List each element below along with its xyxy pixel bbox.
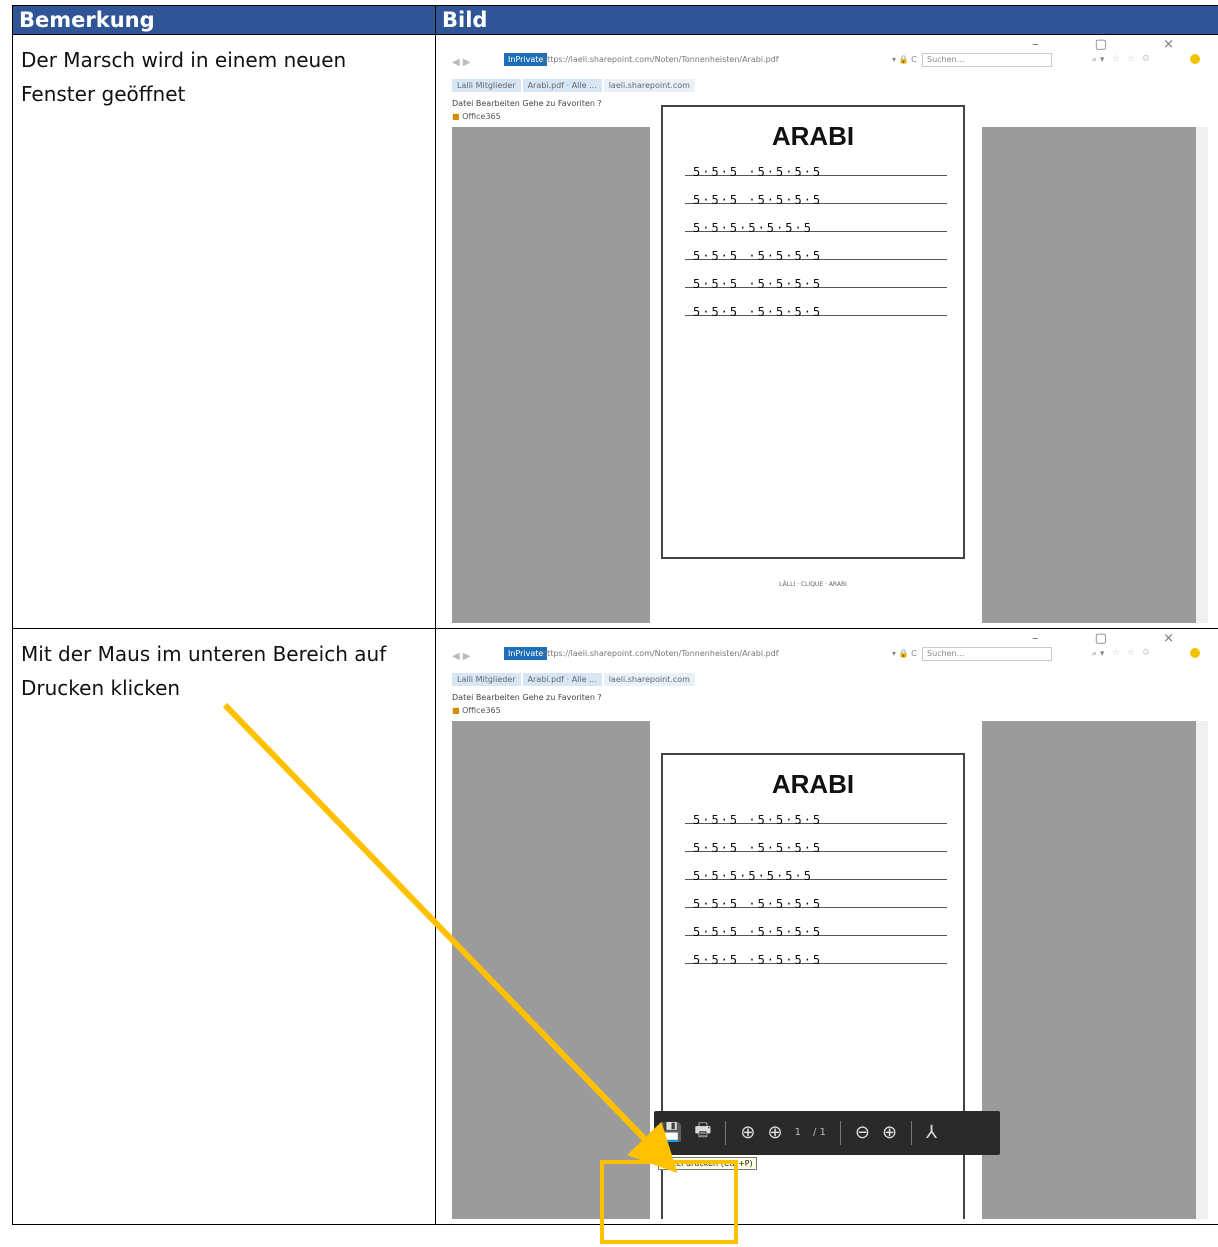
score-line: 5·5·5 ·5·5·5·5 xyxy=(693,193,823,207)
score-title: ARABI xyxy=(771,768,855,799)
search-input[interactable]: Suchen... xyxy=(922,646,1052,661)
tab-members[interactable]: Lalli Mitglieder xyxy=(452,79,521,92)
favorites-bar: ■ Office365 xyxy=(452,706,501,715)
search-input[interactable]: Suchen... xyxy=(922,53,1052,67)
screenshot-new-window: – ▢ × ◀ ▶ InPrivate https://laeli.sharep… xyxy=(436,35,1218,623)
acrobat-icon[interactable]: ⅄ xyxy=(926,1122,937,1143)
instruction-table: Bemerkung Bild Der Marsch wird in einem … xyxy=(12,5,1218,1226)
menu-bar[interactable]: Datei Bearbeiten Gehe zu Favoriten ? xyxy=(452,693,602,702)
remark-text: Mit der Maus im unteren Bereich auf Druc… xyxy=(21,641,387,700)
tab-arabi[interactable]: Arabi.pdf · Alle ... xyxy=(522,79,602,92)
browser-chrome: – ▢ × ◀ ▶ InPrivate https://laeli.sharep… xyxy=(436,628,1218,717)
lock-icon: ▾ 🔒 C xyxy=(892,648,917,658)
score-line: 5·5·5 ·5·5·5·5 xyxy=(693,277,823,291)
score-title: ARABI xyxy=(771,121,855,151)
score-line: 5·5·5 ·5·5·5·5 xyxy=(693,840,823,855)
search-icon[interactable]: ⌕ ▾ xyxy=(1092,55,1104,65)
score-line: 5·5·5 ·5·5·5·5 xyxy=(693,305,823,319)
score-line: 5·5·5 ·5·5·5·5 xyxy=(693,812,823,827)
toolbar-separator xyxy=(725,1120,727,1145)
header-image: Bild xyxy=(435,5,1218,35)
tab-sharepoint[interactable]: laeli.sharepoint.com xyxy=(603,672,695,686)
smiley-icon[interactable] xyxy=(1190,54,1200,64)
smiley-icon[interactable] xyxy=(1190,647,1200,658)
screenshot-print: – ▢ × ◀ ▶ InPrivate https://laeli.sharep… xyxy=(436,628,1218,1219)
window-buttons[interactable]: – ▢ × xyxy=(1032,37,1200,52)
scrollbar[interactable] xyxy=(1196,127,1208,623)
folder-icon: ■ xyxy=(452,705,463,715)
page-up-icon[interactable]: ⊕ xyxy=(740,1122,755,1143)
menu-bar[interactable]: Datei Bearbeiten Gehe zu Favoriten ? xyxy=(452,99,602,108)
print-icon[interactable]: 🖶 xyxy=(694,1118,711,1148)
tab-bar: Lalli Mitglieder Arabi.pdf · Alle ... lael… xyxy=(452,672,697,689)
save-icon[interactable]: 💾 xyxy=(660,1122,682,1143)
inprivate-badge: InPrivate xyxy=(504,646,548,660)
star-icon[interactable]: ☆ ☆ ⚙ xyxy=(1112,54,1152,64)
toolbar-separator xyxy=(911,1120,913,1145)
star-icon[interactable]: ☆ ☆ ⚙ xyxy=(1112,648,1152,658)
score-line: 5·5·5·5·5·5·5 xyxy=(693,868,813,883)
tab-sharepoint[interactable]: laeli.sharepoint.com xyxy=(603,79,695,92)
lock-icon: ▾ 🔒 C xyxy=(892,55,917,64)
address-bar[interactable]: ◀ ▶ InPrivate https://laeli.sharepoint.c… xyxy=(452,53,1208,71)
score-line: 5·5·5·5·5·5·5 xyxy=(693,221,813,235)
inprivate-badge: InPrivate xyxy=(504,53,548,66)
highlight-box xyxy=(600,1160,738,1244)
back-icon[interactable]: ◀ ▶ xyxy=(452,651,471,662)
score-line: 5·5·5 ·5·5·5·5 xyxy=(693,952,823,967)
score-line: 5·5·5 ·5·5·5·5 xyxy=(693,896,823,911)
page-number[interactable]: 1 xyxy=(795,1127,801,1138)
tab-arabi[interactable]: Arabi.pdf · Alle ... xyxy=(522,672,602,686)
score-page: ARABI 5·5·5 ·5·5·5·5 5·5·5 ·5·5·5·5 5·5·… xyxy=(661,105,965,588)
header-remark: Bemerkung xyxy=(12,5,436,35)
page-down-icon[interactable]: ⊕ xyxy=(768,1122,783,1143)
table-row: Der Marsch wird in einem neuen Fenster g… xyxy=(12,34,1218,629)
tab-bar: Lalli Mitglieder Arabi.pdf · Alle ... lael… xyxy=(452,79,697,95)
favorite-office365[interactable]: Office365 xyxy=(462,112,501,121)
favorite-office365[interactable]: Office365 xyxy=(462,706,501,715)
address-bar[interactable]: ◀ ▶ InPrivate https://laeli.sharepoint.c… xyxy=(452,646,1208,665)
score-line: 5·5·5 ·5·5·5·5 xyxy=(693,165,823,179)
table-row: Mit der Maus im unteren Bereich auf Druc… xyxy=(12,627,1218,1226)
zoom-in-icon[interactable]: ⊕ xyxy=(882,1122,897,1143)
zoom-out-icon[interactable]: ⊖ xyxy=(855,1122,870,1143)
window-buttons[interactable]: – ▢ × xyxy=(1032,631,1200,646)
remark-text: Der Marsch wird in einem neuen Fenster g… xyxy=(21,48,347,106)
url-text[interactable]: https://laeli.sharepoint.com/Noten/Tonne… xyxy=(542,649,779,658)
toolbar-separator xyxy=(839,1120,841,1145)
tab-members[interactable]: Lalli Mitglieder xyxy=(452,672,521,686)
score-line: 5·5·5 ·5·5·5·5 xyxy=(693,249,823,263)
pdf-toolbar: 💾 🖶 ⊕ ⊕ 1 / 1 ⊖ ⊕ ⅄ xyxy=(654,1110,1000,1155)
page-total: / 1 xyxy=(812,1127,826,1139)
back-icon[interactable]: ◀ ▶ xyxy=(452,57,471,68)
url-text[interactable]: https://laeli.sharepoint.com/Noten/Tonne… xyxy=(542,55,779,64)
scrollbar[interactable] xyxy=(1196,720,1208,1219)
search-icon[interactable]: ⌕ ▾ xyxy=(1092,649,1104,659)
favorites-bar: ■ Office365 xyxy=(452,112,501,121)
score-footer: LÄLLI · CLIQUE · ARABI xyxy=(779,581,847,588)
score-line: 5·5·5 ·5·5·5·5 xyxy=(693,924,823,939)
folder-icon: ■ xyxy=(452,112,463,121)
